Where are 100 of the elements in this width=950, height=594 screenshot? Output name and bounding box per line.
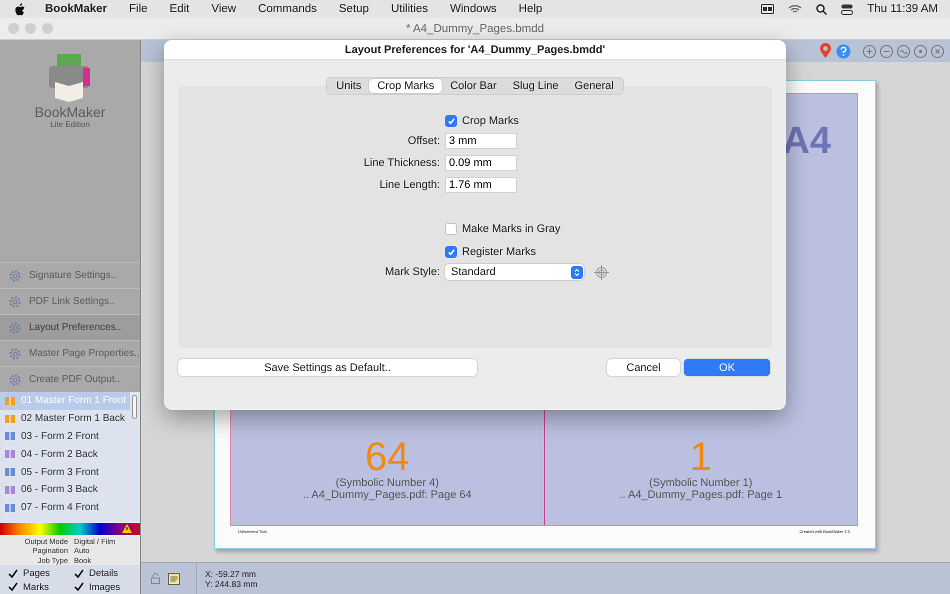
ok-button[interactable]: OK xyxy=(684,359,770,376)
page-spread-icon xyxy=(5,450,15,458)
field-label: Mark Style: xyxy=(384,266,441,278)
field-label: Offset: xyxy=(406,135,441,147)
menu-item[interactable]: Windows xyxy=(439,3,508,15)
menu-item[interactable]: File xyxy=(118,3,159,15)
padlock-icon[interactable] xyxy=(151,573,160,584)
page-spread-icon xyxy=(5,414,15,423)
menu-item[interactable]: Edit xyxy=(158,3,200,15)
action-label: Layout Preferences.. xyxy=(29,322,122,333)
page-list-item[interactable]: 07 - Form 4 Front xyxy=(0,498,130,517)
cancel-button[interactable]: Cancel xyxy=(607,359,680,376)
action-label: Signature Settings.. xyxy=(29,270,116,281)
toggle-label: Pages xyxy=(23,568,50,580)
settings-tab[interactable]: Units xyxy=(328,79,370,93)
control-center-icon[interactable] xyxy=(841,4,854,14)
page-list-item[interactable]: 06 - Form 3 Back xyxy=(0,480,130,499)
gear-icon xyxy=(8,372,22,386)
page-spread-icon xyxy=(5,468,15,476)
mark-style-select[interactable]: Standard xyxy=(445,264,584,280)
save-default-button[interactable]: Save Settings as Default.. xyxy=(178,359,477,376)
zoom-in-icon[interactable] xyxy=(863,44,876,58)
value-field[interactable]: 3 mm xyxy=(445,133,517,149)
gear-icon xyxy=(8,294,22,308)
checkbox-label: Crop Marks xyxy=(462,115,519,127)
mark-tone-checkbox[interactable] xyxy=(445,223,457,235)
x-coordinate: X: -59.27 mm xyxy=(205,568,258,578)
crosshair-icon xyxy=(594,264,609,280)
app-menu[interactable]: BookMaker xyxy=(34,3,118,15)
page-list-item[interactable]: 05 - Form 3 Front xyxy=(0,463,130,481)
wave-icon[interactable] xyxy=(897,44,910,58)
page-spread-icon xyxy=(5,504,15,512)
settings-tab[interactable]: General xyxy=(566,79,622,93)
search-icon[interactable] xyxy=(816,4,828,14)
menu-item[interactable]: Commands xyxy=(247,3,328,15)
menu-item[interactable]: Utilities xyxy=(380,3,440,15)
value-field[interactable]: 1.76 mm xyxy=(445,177,517,193)
sidebar-action[interactable]: Layout Preferences.. xyxy=(0,314,140,340)
settings-tab[interactable]: Slug Line xyxy=(504,79,567,93)
value-field[interactable]: 0.09 mm xyxy=(445,155,517,171)
page-label: 06 - Form 3 Back xyxy=(21,484,98,496)
stepper-arrows-icon xyxy=(574,268,580,276)
settings-tab[interactable]: Color Bar xyxy=(442,79,505,93)
gear-icon xyxy=(8,346,22,360)
checkmark-toggle[interactable] xyxy=(8,582,18,592)
page-list-item[interactable]: 03 - Form 2 Front xyxy=(0,428,130,446)
display-icon[interactable] xyxy=(761,4,774,14)
warning-icon xyxy=(122,524,132,533)
page-label: 01 Master Form 1 Front xyxy=(21,395,126,406)
checkbox-label: Make Marks in Gray xyxy=(462,223,560,235)
page-label: 07 - Form 4 Front xyxy=(21,502,99,514)
page-number: 64 xyxy=(365,437,410,477)
page-number: 1 xyxy=(690,437,712,477)
page-caption: (Symbolic Number 4) xyxy=(336,477,439,489)
page-label: 03 - Form 2 Front xyxy=(21,430,99,442)
field-label: Line Thickness: xyxy=(362,157,441,169)
action-label: PDF Link Settings.. xyxy=(29,296,115,307)
toggle-label: Details xyxy=(89,568,118,580)
menu-clock[interactable]: Thu 11:39 AM xyxy=(867,3,938,15)
page-spread-icon xyxy=(5,432,15,440)
wifi-icon[interactable] xyxy=(788,4,802,14)
page-size-label: A4 xyxy=(782,120,831,163)
note-icon[interactable] xyxy=(168,572,180,584)
y-coordinate: Y: 244.83 mm xyxy=(205,578,258,588)
page-spread-icon xyxy=(5,486,15,494)
checkmark-toggle[interactable] xyxy=(74,568,84,579)
menu-item[interactable]: View xyxy=(200,3,248,15)
page-list-item[interactable]: 02 Master Form 1 Back xyxy=(0,410,130,428)
toggle-label: Marks xyxy=(23,582,49,593)
page-list-item[interactable]: 04 - Form 2 Back xyxy=(0,445,130,464)
menu-item[interactable]: Help xyxy=(508,3,554,15)
checkmark-toggle[interactable] xyxy=(74,582,84,592)
help-icon[interactable] xyxy=(836,44,851,58)
checkbox-label: Register Marks xyxy=(462,246,536,258)
register-marks-checkbox[interactable] xyxy=(445,246,457,258)
action-label: Create PDF Output.. xyxy=(29,374,120,385)
logo-wordmark: BookMaker xyxy=(34,104,106,120)
map-pin-icon[interactable] xyxy=(819,43,832,59)
menu-item[interactable]: Setup xyxy=(328,3,380,15)
page-source: .. A4_Dummy_Pages.pdf: Page 1 xyxy=(619,489,782,501)
action-label: Master Page Properties.. xyxy=(29,348,140,359)
page-label: 04 - Form 2 Back xyxy=(21,448,98,460)
page-caption: (Symbolic Number 1) xyxy=(649,477,752,489)
crop-marks-checkbox[interactable] xyxy=(445,115,457,127)
logo-edition: Lite Edition xyxy=(50,120,90,129)
field-label: Line Length: xyxy=(378,179,441,191)
settings-tab[interactable]: Crop Marks xyxy=(369,79,442,93)
page-label: 05 - Form 3 Front xyxy=(21,466,99,478)
checkmark-toggle[interactable] xyxy=(8,568,18,579)
page-source: .. A4_Dummy_Pages.pdf: Page 64 xyxy=(302,489,472,501)
close-icon[interactable] xyxy=(931,44,944,58)
toggle-label: Images xyxy=(89,582,120,593)
dialog-title: Layout Preferences for 'A4_Dummy_Pages.bmdd' xyxy=(164,40,786,60)
gear-icon xyxy=(8,268,22,282)
window-title: * A4_Dummy_Pages.bmdd xyxy=(404,22,546,34)
scrollbar-thumb[interactable] xyxy=(132,395,137,419)
gear-icon xyxy=(8,320,22,334)
apple-logo-icon[interactable] xyxy=(14,2,26,16)
zoom-out-icon[interactable] xyxy=(880,44,893,58)
dot-icon[interactable] xyxy=(914,44,927,58)
